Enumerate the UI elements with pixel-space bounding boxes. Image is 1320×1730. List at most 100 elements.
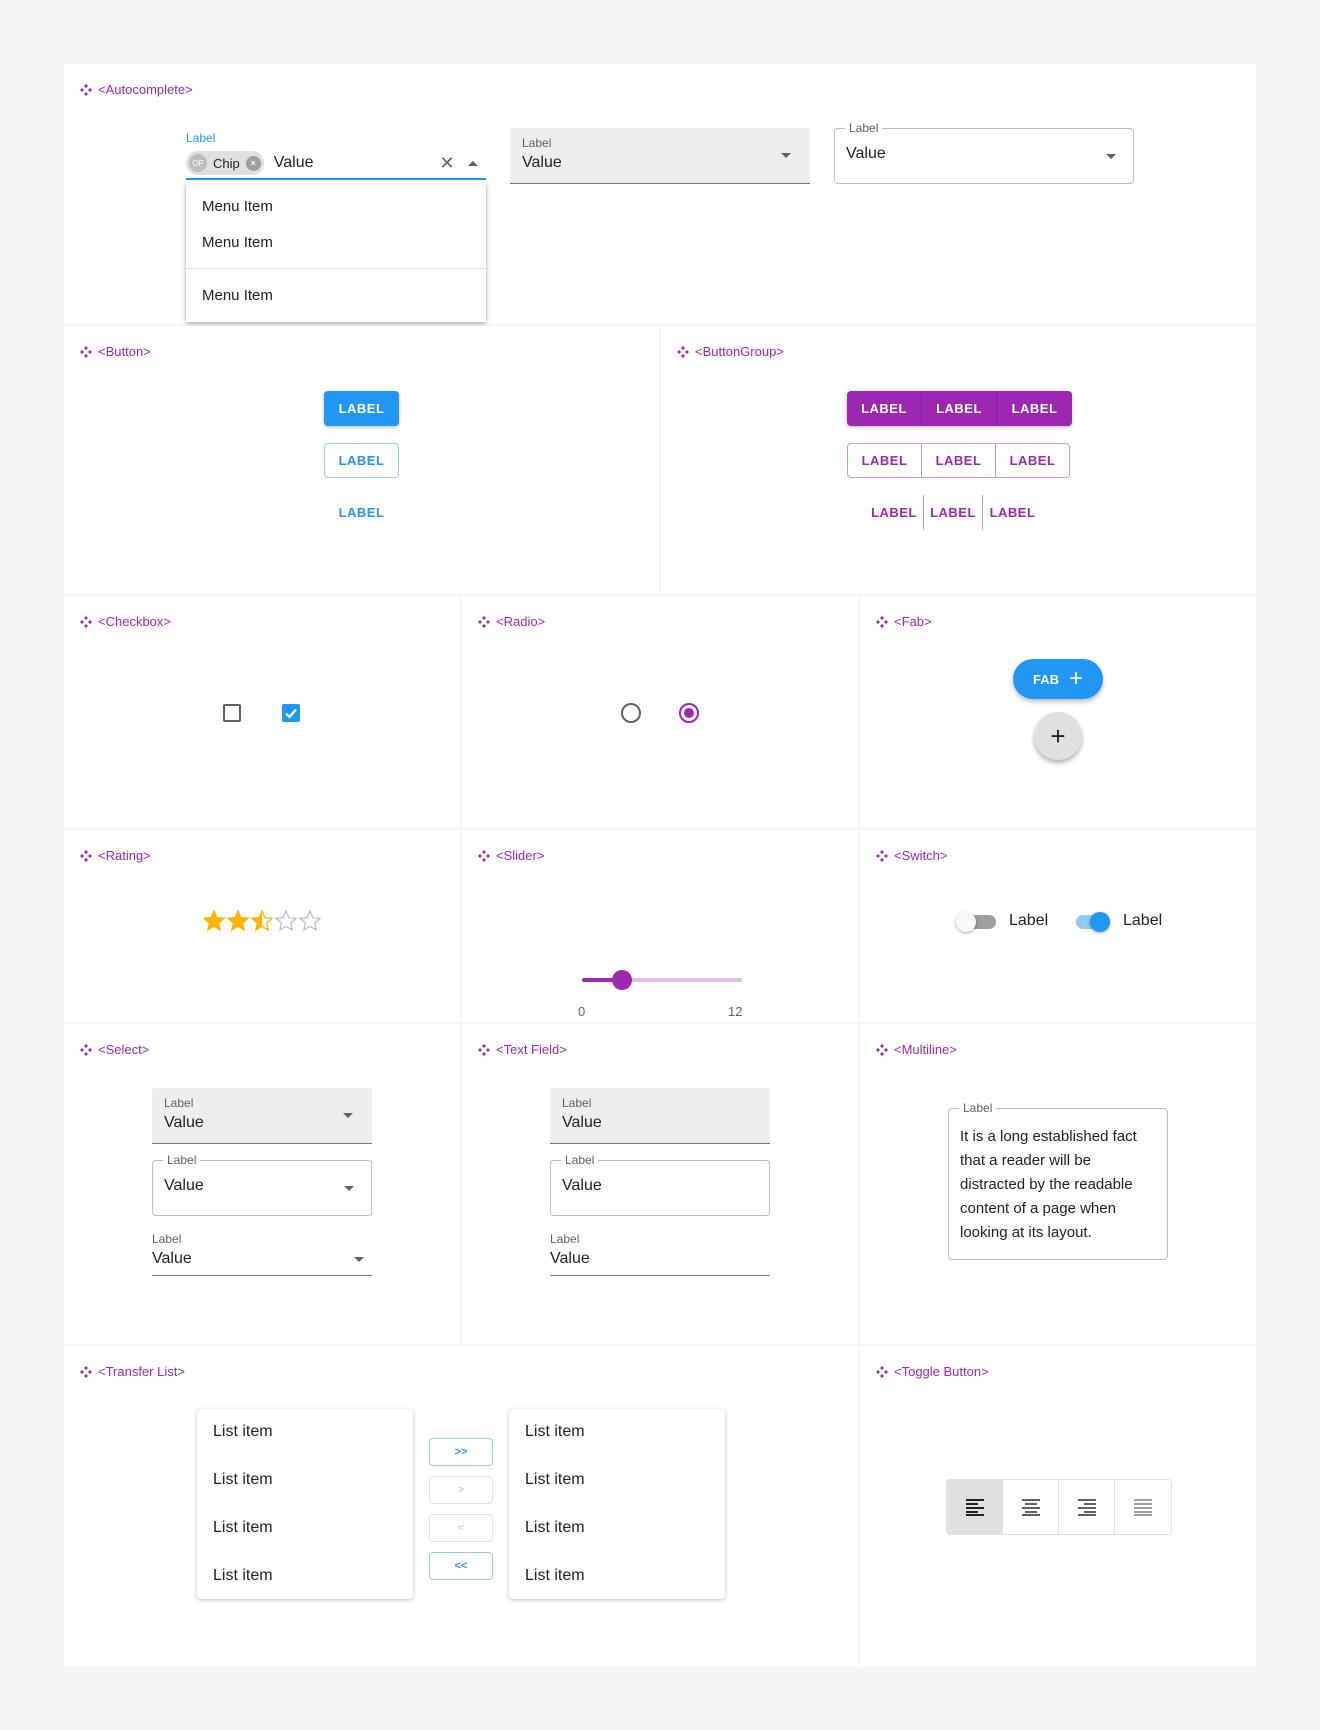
section-tag: <Autocomplete> — [80, 82, 193, 97]
component-icon — [876, 615, 888, 628]
chip-avatar: OP — [189, 154, 207, 172]
autocomplete-card: <Autocomplete> Label OP Chip × Value ✕ M… — [64, 64, 1256, 324]
list-item[interactable]: List item — [213, 1471, 273, 1489]
rating-card: <Rating> — [64, 830, 460, 1022]
field-value: Value — [562, 1114, 602, 1131]
list-item[interactable]: List item — [213, 1519, 273, 1537]
autocomplete-label: Label — [186, 131, 216, 145]
section-tag: <Rating> — [80, 848, 151, 863]
group-button[interactable]: LABEL — [865, 495, 924, 530]
group-button[interactable]: LABEL — [997, 391, 1072, 426]
star-half-icon[interactable] — [250, 909, 274, 933]
menu-item[interactable]: Menu Item — [202, 198, 273, 215]
caret-up-icon[interactable] — [468, 160, 478, 166]
contained-button[interactable]: LABEL — [324, 391, 399, 426]
clear-icon[interactable]: ✕ — [436, 153, 458, 174]
check-icon — [285, 708, 297, 719]
move-all-left-button[interactable]: << — [429, 1552, 493, 1580]
select-outlined[interactable]: Label Value — [152, 1153, 372, 1216]
section-title: <Rating> — [98, 848, 151, 863]
toggle-align-right[interactable] — [1059, 1480, 1115, 1534]
section-tag: <Transfer List> — [80, 1364, 185, 1379]
text-field-filled[interactable]: Label Value — [550, 1088, 770, 1144]
section-title: <Fab> — [894, 614, 932, 629]
group-button[interactable]: LABEL — [922, 391, 997, 426]
fab-label: FAB — [1032, 671, 1059, 687]
toggle-align-justify[interactable] — [1115, 1480, 1171, 1534]
caret-down-icon — [781, 153, 791, 158]
star-empty-icon[interactable] — [298, 909, 322, 933]
section-tag: <Slider> — [478, 848, 544, 863]
group-button[interactable]: LABEL — [924, 495, 983, 530]
section-tag: <Radio> — [478, 614, 545, 629]
select-filled[interactable]: Label Value — [152, 1088, 372, 1144]
chip[interactable]: OP Chip × — [186, 151, 264, 175]
component-icon — [80, 1365, 92, 1378]
section-tag: <ButtonGroup> — [677, 344, 784, 359]
toggle-align-center[interactable] — [1003, 1480, 1059, 1534]
field-value: Value — [846, 145, 886, 162]
chip-delete-icon[interactable]: × — [245, 155, 261, 171]
text-field-outlined[interactable]: Label Value — [550, 1153, 770, 1216]
section-title: <Checkbox> — [98, 614, 171, 629]
menu-divider — [186, 268, 486, 269]
align-justify-icon — [1134, 1499, 1152, 1516]
group-button[interactable]: LABEL — [847, 391, 922, 426]
move-all-right-button[interactable]: >> — [429, 1438, 493, 1466]
autocomplete-outlined[interactable]: Label Value — [834, 121, 1134, 184]
component-icon — [80, 615, 92, 628]
autocomplete-filled[interactable]: Label Value — [510, 128, 810, 184]
section-tag: <Toggle Button> — [876, 1364, 989, 1379]
chip-label: Chip — [213, 155, 240, 171]
field-value: Value — [164, 1114, 204, 1131]
checkbox-unchecked[interactable] — [223, 704, 241, 722]
list-item[interactable]: List item — [525, 1567, 585, 1585]
group-button[interactable]: LABEL — [847, 443, 922, 478]
group-button[interactable]: LABEL — [983, 495, 1042, 530]
checkbox-card: <Checkbox> — [64, 596, 460, 828]
section-tag: <Fab> — [876, 614, 932, 629]
text-field-standard[interactable]: Label Value — [550, 1232, 770, 1276]
select-standard[interactable]: Label Value — [152, 1232, 372, 1276]
list-item[interactable]: List item — [213, 1423, 273, 1441]
toggle-align-left[interactable] — [947, 1480, 1003, 1534]
star-filled-icon[interactable] — [202, 909, 226, 933]
outlined-button[interactable]: LABEL — [324, 443, 399, 478]
star-filled-icon[interactable] — [226, 909, 250, 933]
section-tag: <Multiline> — [876, 1042, 957, 1057]
field-label: Label — [562, 1096, 592, 1110]
autocomplete-input[interactable]: OP Chip × Value ✕ — [186, 148, 486, 180]
caret-down-icon — [344, 1186, 354, 1191]
extended-fab[interactable]: FAB + — [1013, 659, 1103, 699]
list-item[interactable]: List item — [213, 1567, 273, 1585]
autocomplete-value: Value — [273, 154, 314, 171]
radio-selected[interactable] — [679, 703, 699, 723]
left-list: List item List item List item List item — [197, 1409, 413, 1599]
checkbox-checked[interactable] — [282, 704, 300, 722]
list-item[interactable]: List item — [525, 1519, 585, 1537]
rating-stars[interactable] — [202, 909, 322, 933]
section-title: <Radio> — [496, 614, 546, 629]
component-icon — [80, 1043, 92, 1056]
multiline-field[interactable]: Label It is a long established fact that… — [948, 1101, 1168, 1260]
list-item[interactable]: List item — [525, 1423, 585, 1441]
slider-thumb[interactable] — [612, 970, 632, 990]
group-button[interactable]: LABEL — [921, 443, 996, 478]
text-button[interactable]: LABEL — [324, 495, 399, 530]
toggle-button-card: <Toggle Button> — [860, 1346, 1256, 1667]
group-button[interactable]: LABEL — [995, 443, 1070, 478]
radio-unselected[interactable] — [621, 703, 641, 723]
menu-item[interactable]: Menu Item — [202, 234, 273, 251]
text-button-group: LABEL LABEL LABEL — [865, 495, 1042, 530]
move-right-button[interactable]: > — [429, 1476, 493, 1504]
multiline-card: <Multiline> Label It is a long establish… — [860, 1024, 1256, 1344]
star-empty-icon[interactable] — [274, 909, 298, 933]
round-fab[interactable]: + — [1034, 712, 1082, 760]
multiline-value: It is a long established fact that a rea… — [960, 1128, 1137, 1241]
switch-thumb — [956, 912, 976, 932]
menu-item[interactable]: Menu Item — [202, 287, 273, 304]
list-item[interactable]: List item — [525, 1471, 585, 1489]
move-left-button[interactable]: < — [429, 1514, 493, 1542]
section-tag: <Checkbox> — [80, 614, 171, 629]
component-icon — [478, 849, 490, 862]
